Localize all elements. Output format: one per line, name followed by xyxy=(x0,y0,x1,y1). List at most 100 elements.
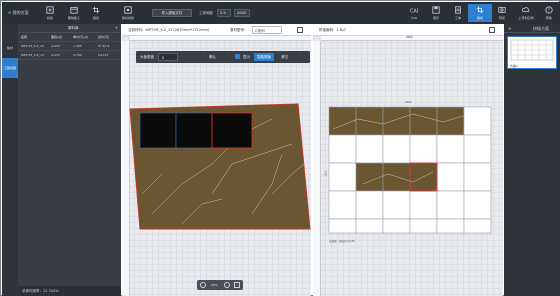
new-icon xyxy=(46,6,54,14)
empty-slot[interactable] xyxy=(436,162,465,192)
delete-board-icon xyxy=(70,7,78,14)
material-library-panel: 原料库 + 名称 面积(㎡) 单价(元/㎡) 总价(元) WPT-95_5-2_… xyxy=(18,24,121,286)
layout-scheme-panel: + 拼接方案 方案1 xyxy=(504,24,560,296)
empty-slot[interactable] xyxy=(355,190,384,220)
cloud-upload-icon xyxy=(522,7,530,12)
cell-area: 4.470 xyxy=(51,44,60,48)
save-label: 保存 xyxy=(432,16,439,20)
import-board-file-button[interactable]: 导入原板文件 xyxy=(152,9,192,17)
empty-slot[interactable] xyxy=(463,218,492,234)
cut-piece xyxy=(211,112,253,149)
cut-piece xyxy=(139,112,177,149)
placed-piece[interactable] xyxy=(436,106,465,136)
source-board-panel: 当前材料：WPT-95_5-2_12 (2670mm*1712mm) 原材型号：… xyxy=(122,24,311,296)
empty-slot[interactable] xyxy=(409,134,438,164)
empty-slot[interactable] xyxy=(328,190,357,220)
new-button-label: 新建 xyxy=(46,16,53,20)
random-layout-icon xyxy=(124,6,132,14)
empty-slot[interactable] xyxy=(436,190,465,220)
tab-project-view[interactable]: 工程视图 xyxy=(2,58,18,78)
cell-unit-price: 1.283 xyxy=(73,44,82,48)
empty-slot[interactable] xyxy=(463,162,492,192)
empty-slot[interactable] xyxy=(382,218,411,234)
help-label: 帮助 xyxy=(545,16,552,20)
table-row[interactable]: WPT-95_5-2_13 4.470 0.750 14.747 xyxy=(18,51,121,60)
panel-add-icon[interactable]: + xyxy=(115,24,118,32)
col-header-area: 面积(㎡) xyxy=(51,35,63,39)
scheme-thumbnail[interactable]: 方案1 xyxy=(507,36,557,69)
zoom-out-icon[interactable] xyxy=(200,282,206,288)
empty-slot[interactable] xyxy=(382,134,411,164)
empty-slot[interactable] xyxy=(355,218,384,234)
cloud-upload-button[interactable]: 上传到云端 xyxy=(514,6,538,20)
scheme-add-icon[interactable]: + xyxy=(508,24,511,32)
empty-slot[interactable] xyxy=(409,190,438,220)
empty-slot[interactable] xyxy=(355,134,384,164)
empty-slot[interactable] xyxy=(328,134,357,164)
fit-screen-icon[interactable] xyxy=(234,282,240,288)
random-layout-button[interactable]: 随机排版 xyxy=(116,6,140,20)
cell-name: WPT-95_5-2_13 xyxy=(21,53,44,57)
placed-piece[interactable] xyxy=(355,106,384,136)
cad-button[interactable]: CAD CAD xyxy=(402,6,426,20)
help-icon: ? xyxy=(545,6,553,14)
zoom-in-icon[interactable] xyxy=(224,282,230,288)
zoom-bar: 25% xyxy=(197,280,243,290)
process-gap-secondary-input[interactable]: 2000 xyxy=(234,9,250,17)
preview-label: 预览 xyxy=(498,16,505,20)
cell-area: 4.470 xyxy=(51,53,60,57)
crop-button[interactable]: 裁剪 xyxy=(84,6,108,20)
top-toolbar: < 我的方案 新建 删除板子 裁剪 随机排版 导入原板文件 工序间距 2.5 2… xyxy=(2,2,560,24)
cell-total: 27.67.6 xyxy=(98,44,110,48)
empty-slot[interactable] xyxy=(436,134,465,164)
layout-scheme-header: + 拼接方案 xyxy=(504,24,560,33)
placed-piece[interactable] xyxy=(355,162,384,192)
empty-slot[interactable] xyxy=(328,218,357,234)
svg-text:CAD: CAD xyxy=(410,8,418,14)
placed-piece[interactable] xyxy=(409,162,438,192)
order-label: 工单 xyxy=(454,16,461,20)
back-to-projects-link[interactable]: < 我的方案 xyxy=(8,10,29,16)
table-header-row: 名称 面积(㎡) 单价(元/㎡) 总价(元) xyxy=(18,33,121,42)
empty-slot[interactable] xyxy=(328,162,357,192)
layout-preview-panel: 拼接面积：1.6㎡ 2000 2000 1200 效果图：拼接尺寸(CM) xyxy=(313,24,503,296)
order-button[interactable]: 工单 xyxy=(446,6,470,20)
col-header-unit-price: 单价(元/㎡) xyxy=(73,35,89,39)
app-window: < 我的方案 新建 删除板子 裁剪 随机排版 导入原板文件 工序间距 2.5 2… xyxy=(0,0,560,296)
process-gap-label: 工序间距 xyxy=(199,11,213,15)
empty-slot[interactable] xyxy=(463,134,492,164)
placed-piece[interactable] xyxy=(382,106,411,136)
cut-icon xyxy=(476,6,484,14)
process-gap-input[interactable]: 2.5 xyxy=(217,9,231,17)
placed-piece[interactable] xyxy=(409,106,438,136)
crop-button-label: 裁剪 xyxy=(92,16,99,20)
delete-board-button[interactable]: 删除板子 xyxy=(62,6,86,20)
utilization-status: 总体利用率：22.344% xyxy=(18,286,121,296)
layout-scheme-title: 拼接方案 xyxy=(533,26,549,31)
cell-name: WPT-95_5-2_12 xyxy=(21,44,44,48)
empty-slot[interactable] xyxy=(382,190,411,220)
cad-label: CAD xyxy=(410,16,418,20)
empty-slot[interactable] xyxy=(409,218,438,234)
empty-slot[interactable] xyxy=(463,190,492,220)
left-rail: 板材 工程视图 xyxy=(2,24,18,296)
cad-icon: CAD xyxy=(410,8,418,14)
empty-slot[interactable] xyxy=(436,218,465,234)
placed-piece[interactable] xyxy=(328,106,357,136)
order-icon xyxy=(455,6,461,14)
new-button[interactable]: 新建 xyxy=(38,6,62,20)
layout-caption: 效果图：拼接尺寸(CM) xyxy=(329,240,355,243)
help-button[interactable]: ? 帮助 xyxy=(537,6,560,20)
layout-grid-canvas xyxy=(328,106,492,234)
cut-button[interactable]: 裁切 xyxy=(468,4,492,22)
tab-boards[interactable]: 板材 xyxy=(2,38,18,58)
empty-slot[interactable] xyxy=(463,106,492,136)
cell-total: 14.747 xyxy=(98,53,109,57)
save-button[interactable]: 保存 xyxy=(424,6,448,20)
cell-unit-price: 0.750 xyxy=(73,53,82,57)
save-icon xyxy=(432,6,440,14)
preview-icon xyxy=(498,7,506,13)
preview-button[interactable]: 预览 xyxy=(490,6,514,20)
table-row[interactable]: WPT-95_5-2_12 4.470 1.283 27.67.6 xyxy=(18,42,121,51)
placed-piece[interactable] xyxy=(382,162,411,192)
